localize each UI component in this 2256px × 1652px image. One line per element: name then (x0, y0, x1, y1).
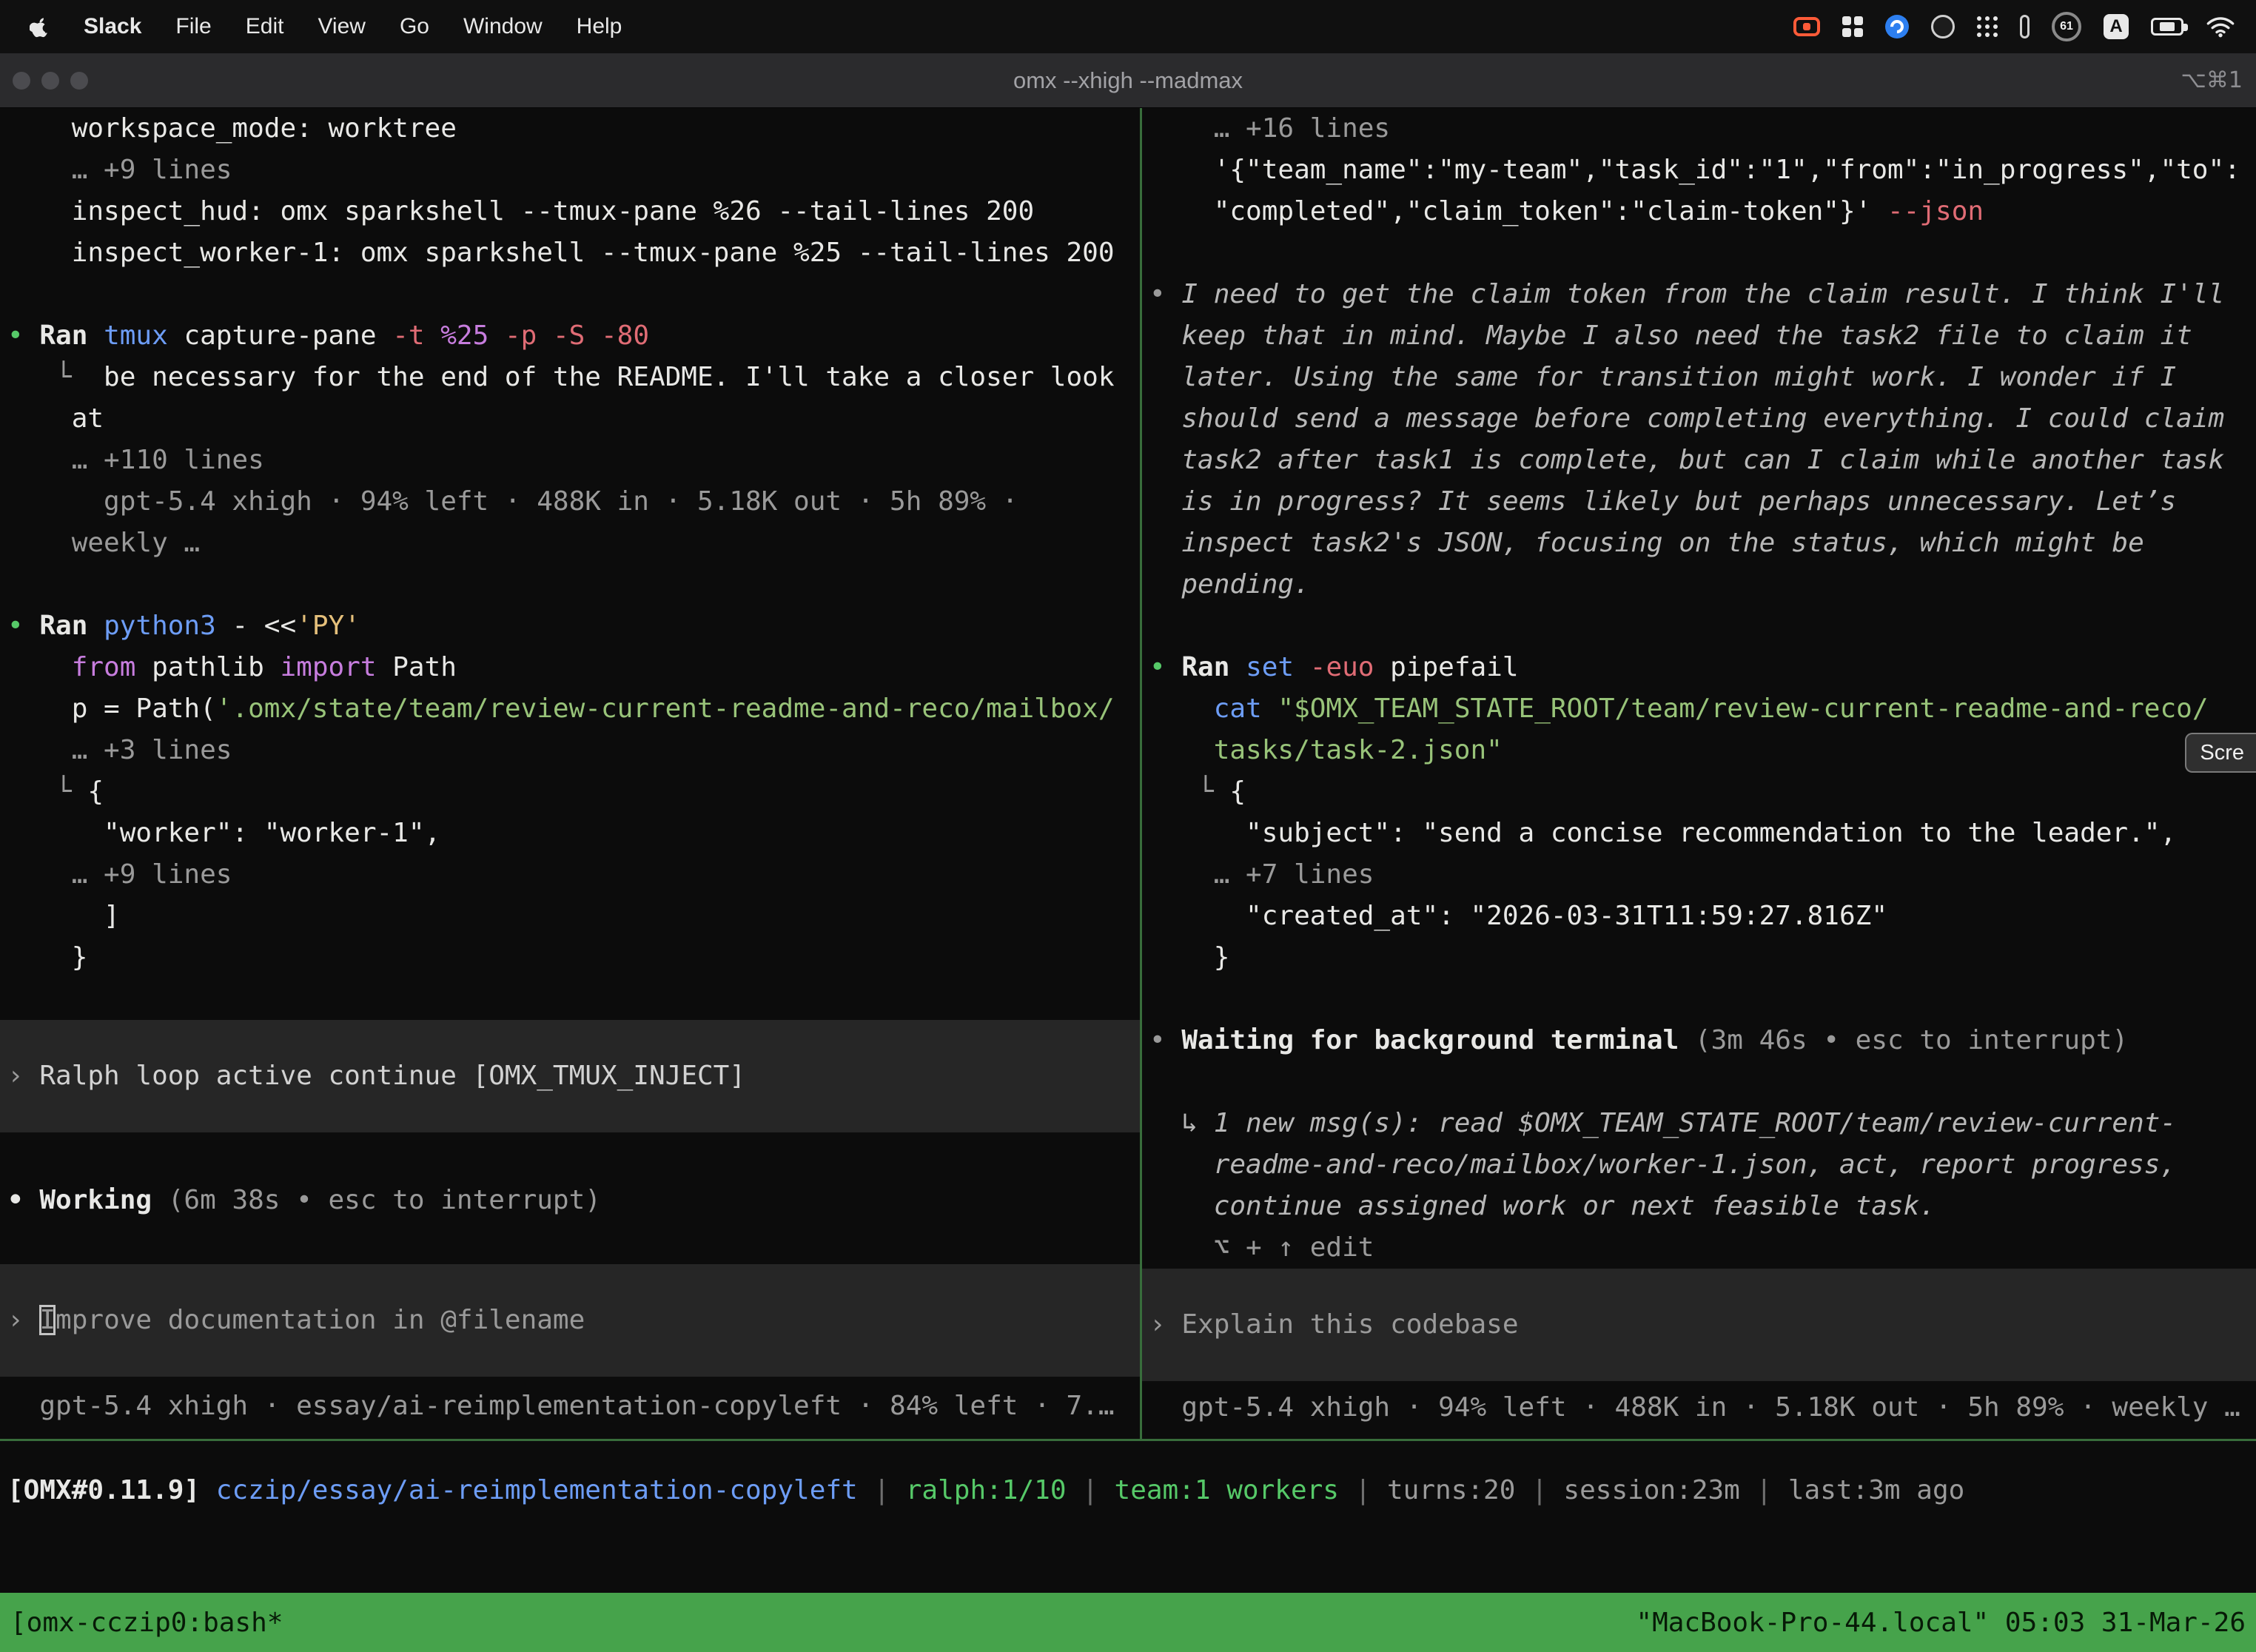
record-circle-icon[interactable] (1931, 15, 1955, 38)
terminal-window: omx --xhigh --madmax ⌥⌘1 workspace_mode:… (0, 53, 2256, 1652)
terminal-line (0, 274, 1140, 315)
terminal-line: … +3 lines (0, 730, 1140, 771)
terminal-line: gpt-5.4 xhigh · 94% left · 488K in · 5.1… (1142, 1387, 2256, 1428)
text-cursor: I (39, 1305, 56, 1335)
terminal-line: • Working (6m 38s • esc to interrupt) (0, 1180, 1140, 1221)
battery-gauge-icon[interactable]: 61 (2052, 12, 2081, 41)
terminal-line: pending. (1142, 564, 2256, 605)
omx-hud-pane: [OMX#0.11.9] cczip/essay/ai-reimplementa… (0, 1441, 2256, 1593)
pane-left[interactable]: workspace_mode: worktree … +9 lines insp… (0, 108, 1140, 1439)
terminal-line: inspect_worker-1: omx sparkshell --tmux-… (0, 232, 1140, 274)
terminal-line: workspace_mode: worktree (0, 108, 1140, 150)
terminal-line: • Waiting for background terminal (3m 46… (1142, 1020, 2256, 1061)
window-title: omx --xhigh --madmax (0, 53, 2256, 107)
terminal-line: … +9 lines (0, 150, 1140, 191)
terminal-line: later. Using the same for transition mig… (1142, 357, 2256, 398)
window-grid-icon[interactable] (1842, 16, 1863, 37)
terminal-line (1142, 978, 2256, 1020)
terminal-line: › Ralph loop active continue [OMX_TMUX_I… (0, 1055, 1140, 1097)
terminal-line: inspect task2's JSON, focusing on the st… (1142, 523, 2256, 564)
terminal-line: should send a message before completing … (1142, 398, 2256, 440)
terminal-line (1142, 232, 2256, 274)
terminal-line: └ be necessary for the end of the README… (0, 357, 1140, 398)
dots-grid-icon[interactable] (1977, 16, 1998, 37)
recording-dot (1803, 23, 1810, 30)
terminal-line: gpt-5.4 xhigh · 94% left · 488K in · 5.1… (0, 481, 1140, 523)
pane-right[interactable]: … +16 lines '{"team_name":"my-team","tas… (1142, 108, 2256, 1439)
apple-icon (30, 15, 50, 39)
tmux-status-bar: [omx-cczip0:bash* "MacBook-Pro-44.local"… (0, 1593, 2256, 1652)
wifi-icon[interactable] (2206, 15, 2235, 38)
terminal-line: inspect_hud: omx sparkshell --tmux-pane … (0, 191, 1140, 232)
terminal-line: └ { (0, 771, 1140, 813)
menu-bar: Slack File Edit View Go Window Help 61 A (0, 0, 2256, 53)
omx-status-line: [OMX#0.11.9] cczip/essay/ai-reimplementa… (0, 1441, 2256, 1511)
screen-notification[interactable]: Scre (2185, 733, 2256, 773)
terminal-line: … +9 lines (0, 854, 1140, 896)
menu-status-icons: 61 A (1793, 12, 2235, 41)
terminal-line: ] (0, 896, 1140, 937)
terminal-line: } (1142, 937, 2256, 978)
terminal-line: "created_at": "2026-03-31T11:59:27.816Z" (1142, 896, 2256, 937)
terminal-line: is in progress? It seems likely but perh… (1142, 481, 2256, 523)
terminal-line: weekly … (0, 523, 1140, 564)
terminal-line: continue assigned work or next feasible … (1142, 1186, 2256, 1227)
terminal-line: • I need to get the claim token from the… (1142, 274, 2256, 315)
terminal-line (1142, 1061, 2256, 1103)
terminal-line (1142, 605, 2256, 647)
menu-view[interactable]: View (318, 14, 365, 39)
menu-left: Slack File Edit View Go Window Help (30, 14, 622, 39)
terminal-line: p = Path('.omx/state/team/review-current… (0, 688, 1140, 730)
menu-file[interactable]: File (175, 14, 211, 39)
menu-items: File Edit View Go Window Help (175, 14, 622, 39)
pill-icon[interactable] (2020, 15, 2030, 38)
terminal-line: keep that in mind. Maybe I also need the… (1142, 315, 2256, 357)
terminal-line: › Explain this codebase (1142, 1304, 2256, 1346)
terminal-line: └ { (1142, 771, 2256, 813)
window-shortcut: ⌥⌘1 (2181, 53, 2243, 107)
menu-edit[interactable]: Edit (246, 14, 284, 39)
prompt-input-box[interactable]: › Improve documentation in @filename (0, 1264, 1140, 1377)
terminal-line: • Ran python3 - <<'PY' (0, 605, 1140, 647)
prompt-input-box[interactable]: › Explain this codebase (1142, 1269, 2256, 1381)
terminal-line: ↳ 1 new msg(s): read $OMX_TEAM_STATE_ROO… (1142, 1103, 2256, 1144)
terminal-line: } (0, 937, 1140, 978)
terminal-line: … +110 lines (0, 440, 1140, 481)
terminal-line: cat "$OMX_TEAM_STATE_ROOT/team/review-cu… (1142, 688, 2256, 730)
terminal-line: from pathlib import Path (0, 647, 1140, 688)
terminal-line (0, 564, 1140, 605)
tmux-panes: workspace_mode: worktree … +9 lines insp… (0, 108, 2256, 1439)
terminal-line: "worker": "worker-1", (0, 813, 1140, 854)
terminal-line: … +7 lines (1142, 854, 2256, 896)
tmux-host-time: "MacBook-Pro-44.local" 05:03 31-Mar-26 (1636, 1608, 2246, 1638)
terminal-line: "subject": "send a concise recommendatio… (1142, 813, 2256, 854)
menu-app-slack[interactable]: Slack (84, 14, 141, 39)
menu-go[interactable]: Go (400, 14, 429, 39)
battery-icon[interactable] (2151, 18, 2183, 36)
injected-prompt-box[interactable]: › Ralph loop active continue [OMX_TMUX_I… (0, 1020, 1140, 1132)
apple-menu[interactable] (30, 15, 50, 39)
terminal-line: › Improve documentation in @filename (0, 1300, 1140, 1341)
terminal-line: • Ran tmux capture-pane -t %25 -p -S -80 (0, 315, 1140, 357)
window-titlebar[interactable]: omx --xhigh --madmax ⌥⌘1 (0, 53, 2256, 108)
tmux-session-label: [omx-cczip0:bash* (10, 1608, 283, 1638)
terminal-line: task2 after task1 is complete, but can I… (1142, 440, 2256, 481)
terminal-line: "completed","claim_token":"claim-token"}… (1142, 191, 2256, 232)
menu-window[interactable]: Window (463, 14, 543, 39)
terminal-line: • Ran set -euo pipefail (1142, 647, 2256, 688)
terminal-line: readme-and-reco/mailbox/worker-1.json, a… (1142, 1144, 2256, 1186)
terminal-line: ⌥ + ↑ edit (1142, 1227, 2256, 1269)
terminal-line: tasks/task-2.json" (1142, 730, 2256, 771)
terminal: workspace_mode: worktree … +9 lines insp… (0, 108, 2256, 1652)
terminal-line: … +16 lines (1142, 108, 2256, 150)
terminal-line: at (0, 398, 1140, 440)
screen-recording-icon[interactable] (1793, 17, 1820, 36)
menu-help[interactable]: Help (577, 14, 622, 39)
blue-app-icon[interactable] (1885, 15, 1909, 38)
input-source-icon[interactable]: A (2104, 14, 2129, 39)
terminal-line: '{"team_name":"my-team","task_id":"1","f… (1142, 150, 2256, 191)
terminal-line: gpt-5.4 xhigh · essay/ai-reimplementatio… (0, 1386, 1140, 1427)
